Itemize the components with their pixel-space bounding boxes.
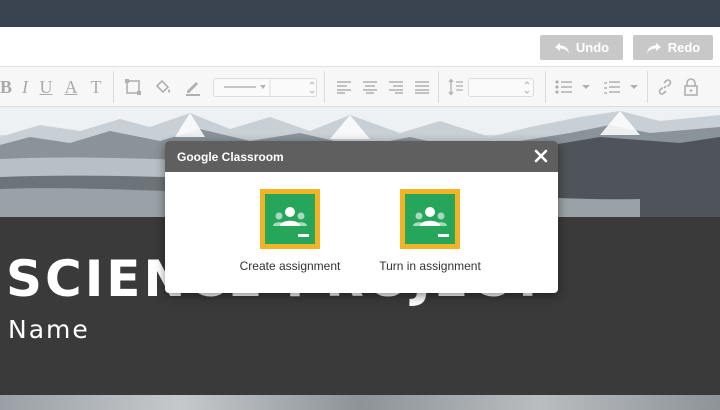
- toolbar-divider: [438, 71, 439, 103]
- border-icon: [125, 79, 141, 95]
- google-classroom-icon: [260, 189, 320, 249]
- line-style-icon: [224, 79, 315, 96]
- toolbar-divider: [113, 71, 114, 103]
- lock-icon: [684, 78, 698, 96]
- dialog-title: Google Classroom: [177, 149, 284, 164]
- redo-icon: [646, 42, 661, 53]
- stepper-icon: [524, 81, 530, 94]
- align-left-icon: [337, 81, 351, 94]
- undo-icon: [554, 42, 569, 53]
- undo-button[interactable]: Undo: [540, 35, 623, 60]
- align-center-button[interactable]: [360, 77, 380, 97]
- turn-in-assignment-option[interactable]: Turn in assignment: [365, 189, 495, 273]
- chevron-down-icon: [582, 85, 590, 89]
- toolbar-divider: [324, 71, 325, 103]
- line-style-select[interactable]: [213, 78, 317, 97]
- create-assignment-label: Create assignment: [239, 259, 341, 273]
- pencil-icon: [186, 82, 200, 96]
- format-toolbar: B I U A T: [0, 67, 720, 107]
- justify-button[interactable]: [412, 77, 432, 97]
- chevron-down-icon: [630, 85, 638, 89]
- line-spacing-button[interactable]: [447, 77, 465, 97]
- lock-button[interactable]: [680, 77, 702, 97]
- top-bar: [0, 0, 720, 27]
- redo-button[interactable]: Redo: [633, 35, 713, 60]
- bullet-list-button[interactable]: [553, 77, 575, 97]
- toolbar-divider: [647, 71, 648, 103]
- undo-label: Undo: [575, 40, 610, 55]
- align-center-icon: [363, 81, 377, 94]
- align-right-button[interactable]: [386, 77, 406, 97]
- link-icon: [658, 79, 672, 95]
- action-bar: Undo Redo: [0, 27, 720, 67]
- insert-link-button[interactable]: [654, 77, 676, 97]
- align-left-button[interactable]: [334, 77, 354, 97]
- fill-color-button[interactable]: [152, 77, 174, 97]
- bullet-list-icon: [555, 80, 572, 94]
- bold-button[interactable]: B: [0, 77, 14, 97]
- dialog-header: Google Classroom: [165, 141, 558, 172]
- numbered-list-button[interactable]: [601, 77, 623, 97]
- line-color-button[interactable]: [182, 77, 204, 97]
- text-color-button[interactable]: A: [62, 77, 80, 97]
- align-right-icon: [389, 81, 403, 94]
- line-spacing-input[interactable]: [468, 78, 534, 97]
- border-button[interactable]: [122, 77, 144, 97]
- slide-subtitle[interactable]: Name: [8, 315, 90, 344]
- google-classroom-icon: [400, 189, 460, 249]
- paint-bucket-icon: [155, 79, 171, 94]
- create-assignment-option[interactable]: Create assignment: [225, 189, 355, 273]
- google-classroom-dialog: Google Classroom Create assignment Turn …: [165, 141, 558, 293]
- numbered-list-icon: [604, 81, 620, 94]
- toolbar-divider: [545, 71, 546, 103]
- redo-label: Redo: [667, 40, 701, 55]
- turn-in-assignment-label: Turn in assignment: [379, 259, 481, 273]
- justify-icon: [415, 81, 429, 94]
- underline-button[interactable]: U: [38, 77, 54, 97]
- clear-format-button[interactable]: T: [86, 77, 106, 97]
- slide-bottom-image: [0, 395, 720, 410]
- line-spacing-icon: [448, 78, 463, 96]
- close-icon[interactable]: [532, 147, 550, 165]
- numbered-list-dropdown[interactable]: [627, 77, 641, 97]
- italic-button[interactable]: I: [18, 77, 32, 97]
- bullet-list-dropdown[interactable]: [579, 77, 593, 97]
